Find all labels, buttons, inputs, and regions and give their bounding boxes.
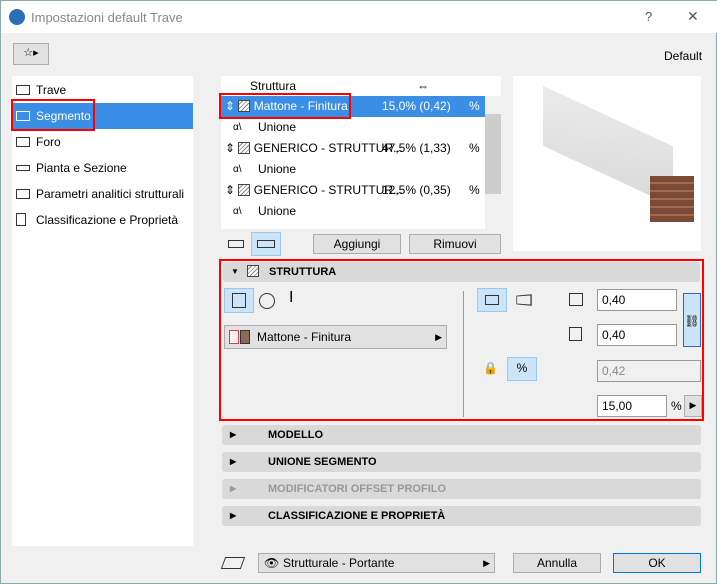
highlight-box xyxy=(219,93,351,119)
rect-shape-button[interactable] xyxy=(224,288,254,313)
height-input[interactable]: 0,40 xyxy=(597,324,677,346)
join-icon: α\ xyxy=(233,122,242,133)
favorites-button[interactable]: ☆▸ xyxy=(13,43,49,65)
preset-label: Default xyxy=(664,49,703,63)
window-title: Impostazioni default Trave xyxy=(31,10,183,25)
tapered-profile-button[interactable] xyxy=(516,294,532,306)
list-item[interactable]: ⇕ GENERICO - STRUTTUR... 47,5% (1,33)% xyxy=(221,138,485,159)
sidebar-item-pianta[interactable]: Pianta e Sezione xyxy=(12,155,193,181)
list-item[interactable]: α\ Unione xyxy=(221,117,485,138)
uniform-profile-button[interactable] xyxy=(477,288,507,312)
lock-icon[interactable]: 🔒 xyxy=(483,361,498,375)
brick-swatch xyxy=(240,330,250,344)
height-icon xyxy=(569,327,582,341)
close-button[interactable]: ✕ xyxy=(687,8,699,25)
percent-input[interactable]: 15,00 xyxy=(597,395,667,417)
percent-icon: % xyxy=(469,183,480,197)
floor-plan-icon xyxy=(16,165,30,171)
section-modello[interactable]: ▶ MODELLO xyxy=(222,425,701,445)
thickness-icon: ⇔ xyxy=(417,79,429,93)
hatch-icon xyxy=(247,265,259,277)
percent-menu-button[interactable]: ▶ xyxy=(684,395,702,417)
help-button[interactable]: ? xyxy=(645,9,652,24)
layer-dropdown[interactable]: 👁 Strutturale - Portante ▶ xyxy=(258,553,495,573)
section-classificazione[interactable]: ▶ CLASSIFICAZIONE E PROPRIETÀ xyxy=(222,506,701,526)
circle-shape-button[interactable] xyxy=(259,293,275,309)
hatch-icon xyxy=(238,142,251,154)
profile-shape-button[interactable]: I xyxy=(289,289,293,307)
material-dropdown[interactable]: Mattone - Finitura ▶ xyxy=(224,325,447,349)
sidebar-item-foro[interactable]: Foro xyxy=(12,129,193,155)
title-bar: Impostazioni default Trave ? ✕ xyxy=(1,1,717,33)
layers-icon xyxy=(220,557,246,569)
preview-3d xyxy=(513,76,701,251)
scrollbar[interactable] xyxy=(485,96,501,229)
width-icon xyxy=(569,293,583,306)
hatch-icon xyxy=(238,184,251,196)
add-button[interactable]: Aggiungi xyxy=(313,234,401,254)
beam-icon xyxy=(16,85,30,95)
view-multi-button[interactable] xyxy=(251,232,281,256)
cancel-button[interactable]: Annulla xyxy=(513,553,601,573)
sidebar: Trave Segmento Foro Pianta e Sezione Par… xyxy=(11,76,193,546)
remove-button[interactable]: Rimuovi xyxy=(409,234,501,254)
structural-icon xyxy=(16,189,30,199)
sidebar-item-analitici[interactable]: Parametri analitici strutturali xyxy=(12,181,193,207)
eye-icon: 👁 xyxy=(264,556,280,570)
percent-toggle-button[interactable]: % xyxy=(507,357,537,381)
view-single-button[interactable] xyxy=(223,233,249,255)
highlight-box xyxy=(11,99,95,131)
document-icon xyxy=(16,213,26,226)
percent-unit: % xyxy=(671,399,682,413)
divider xyxy=(463,291,464,417)
join-icon: α\ xyxy=(233,206,242,217)
list-item[interactable]: α\ Unione xyxy=(221,201,485,222)
width-input[interactable]: 0,40 xyxy=(597,289,677,311)
ok-button[interactable]: OK xyxy=(613,553,701,573)
list-item[interactable]: α\ Unione xyxy=(221,159,485,180)
join-icon: α\ xyxy=(233,164,242,175)
sidebar-item-classificazione[interactable]: Classificazione e Proprietà xyxy=(12,207,193,233)
structure-header[interactable]: ▼ STRUTTURA xyxy=(223,262,700,282)
list-item[interactable]: ⇕ GENERICO - STRUTTUR... 12,5% (0,35)% xyxy=(221,180,485,201)
link-dimensions-button[interactable]: ⛓ xyxy=(683,293,701,347)
percent-icon: % xyxy=(469,99,480,113)
brick-preview xyxy=(650,176,694,222)
hole-icon xyxy=(16,137,30,147)
thickness-input: 0,42 xyxy=(597,360,701,382)
app-logo-icon xyxy=(9,9,25,25)
structure-panel: ▼ STRUTTURA I Mattone - Finitura ▶ 0,40 0,… xyxy=(219,259,704,421)
section-modificatori[interactable]: ▶ MODIFICATORI OFFSET PROFILO xyxy=(222,479,701,499)
section-unione-segmento[interactable]: ▶ UNIONE SEGMENTO xyxy=(222,452,701,472)
percent-icon: % xyxy=(469,141,480,155)
